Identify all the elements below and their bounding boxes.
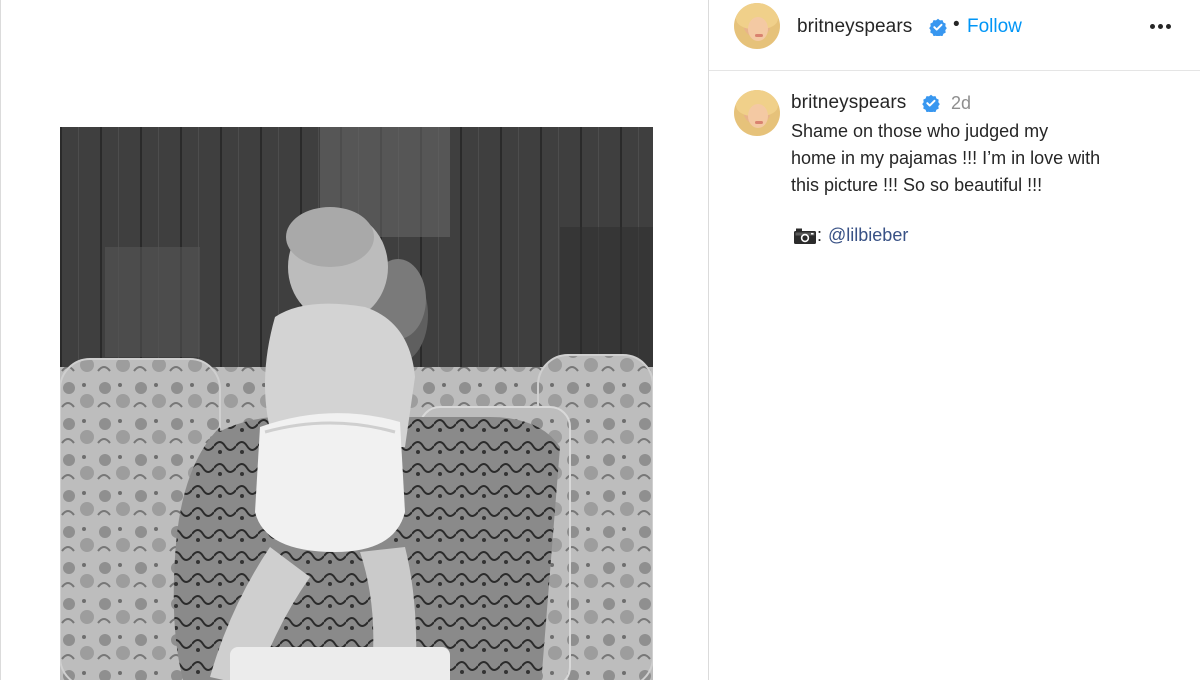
follow-button[interactable]: Follow <box>967 16 1022 38</box>
post-timestamp[interactable]: 2d <box>951 93 971 114</box>
avatar[interactable] <box>734 3 780 49</box>
more-options-icon[interactable] <box>1145 16 1175 36</box>
mention-link[interactable]: @lilbieber <box>828 225 908 246</box>
camera-icon <box>794 228 816 244</box>
post-photo-image <box>60 127 653 680</box>
post-header: britneyspears • Follow <box>709 0 1200 71</box>
post-side-panel: britneyspears • Follow britneyspears 2d … <box>709 0 1200 680</box>
caption-text: Shame on those who judged my home in my … <box>791 121 1101 195</box>
caption-username[interactable]: britneyspears <box>791 92 906 114</box>
post-photo[interactable] <box>60 127 653 680</box>
instagram-post-page: britneyspears • Follow britneyspears 2d … <box>0 0 1200 680</box>
caption-avatar[interactable] <box>734 90 780 136</box>
credit-separator: : <box>817 225 823 245</box>
verified-badge-icon <box>929 18 947 36</box>
header-username[interactable]: britneyspears <box>797 16 912 38</box>
photo-credit: : @lilbieber <box>793 225 908 246</box>
post-media-area <box>0 0 708 680</box>
verified-badge-icon <box>922 94 940 112</box>
header-separator: • <box>953 14 960 35</box>
